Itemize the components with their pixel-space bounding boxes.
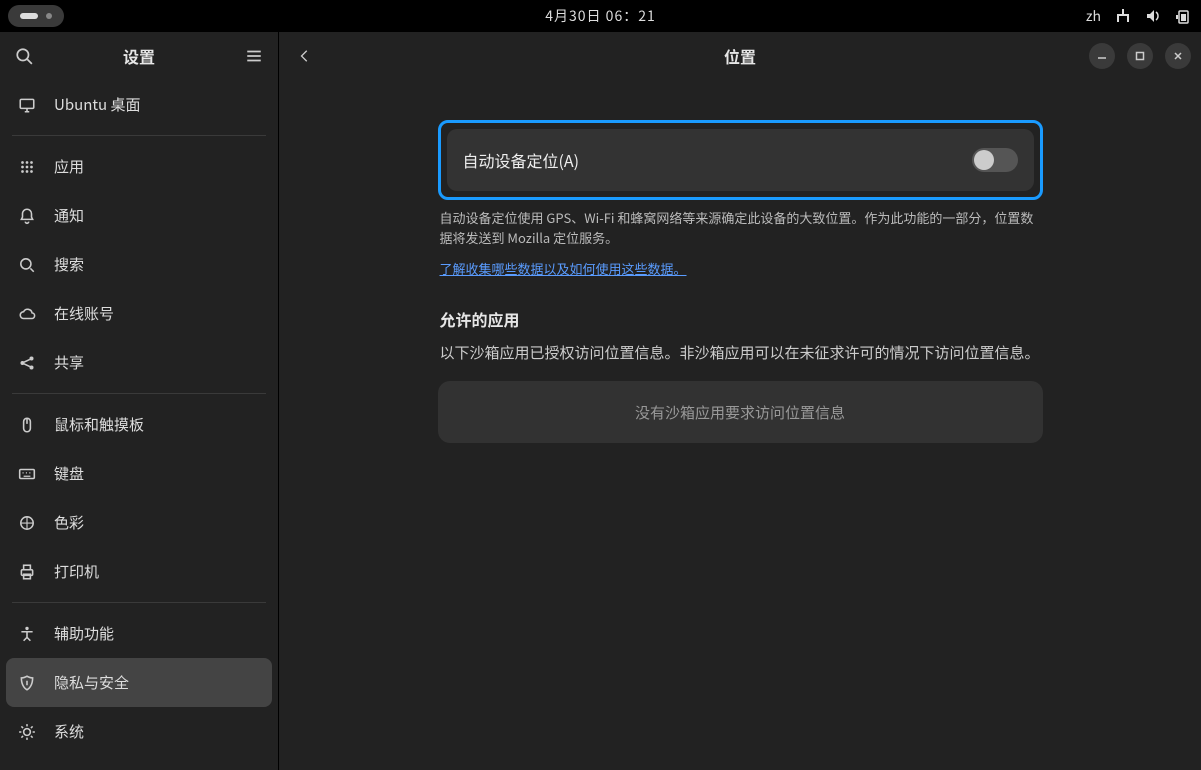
network-icon[interactable] <box>1115 8 1131 24</box>
share-icon <box>18 354 36 372</box>
sidebar-item-accessibility[interactable]: 辅助功能 <box>6 609 272 658</box>
switch-knob <box>974 150 994 170</box>
sidebar-item-share[interactable]: 共享 <box>6 338 272 387</box>
activities-pill[interactable] <box>8 5 64 27</box>
system-top-bar: 4月30日 06：21 zh <box>0 0 1201 32</box>
sidebar-item-label: 应用 <box>54 156 84 177</box>
keyboard-icon <box>18 465 36 483</box>
sidebar-item-label: 色彩 <box>54 512 84 533</box>
accessibility-icon <box>18 625 36 643</box>
sidebar-item-label: 键盘 <box>54 463 84 484</box>
empty-message: 没有沙箱应用要求访问位置信息 <box>635 402 845 423</box>
sidebar-item-label: 通知 <box>54 205 84 226</box>
sidebar-search-button[interactable] <box>8 40 40 72</box>
auto-location-switch[interactable] <box>972 148 1018 172</box>
mouse-icon <box>18 416 36 434</box>
auto-location-row[interactable]: 自动设备定位(A) <box>447 129 1034 191</box>
apps-icon <box>18 158 36 176</box>
sidebar-item-keyboard[interactable]: 键盘 <box>6 449 272 498</box>
color-icon <box>18 514 36 532</box>
window-close-button[interactable] <box>1165 43 1191 69</box>
sidebar-item-label: Ubuntu 桌面 <box>54 94 140 115</box>
sidebar-item-label: 在线账号 <box>54 303 114 324</box>
clock[interactable]: 4月30日 06：21 <box>545 6 656 26</box>
sidebar-item-label: 系统 <box>54 721 84 742</box>
main-panel: 位置 自动设备定位(A) 自动设备定位使用 GPS、Wi-Fi 和蜂窝网络等 <box>279 32 1201 770</box>
sidebar-header: 设置 <box>0 32 278 80</box>
search-icon <box>18 256 36 274</box>
sidebar-item-label: 鼠标和触摸板 <box>54 414 144 435</box>
sidebar-title: 设置 <box>0 44 278 68</box>
sidebar-item-mouse[interactable]: 鼠标和触摸板 <box>6 400 272 449</box>
sidebar-separator <box>12 135 266 136</box>
main-header: 位置 <box>279 32 1201 80</box>
hamburger-icon <box>245 47 263 65</box>
allowed-apps-empty: 没有沙箱应用要求访问位置信息 <box>438 381 1043 443</box>
sidebar-item-printer[interactable]: 打印机 <box>6 547 272 596</box>
maximize-icon <box>1134 50 1146 62</box>
volume-icon[interactable] <box>1145 8 1161 24</box>
minimize-icon <box>1096 50 1108 62</box>
sidebar-item-label: 辅助功能 <box>54 623 114 644</box>
settings-sidebar: 设置 Ubuntu 桌面应用通知搜索在线账号共享鼠标和触摸板键盘色彩打印机辅助功… <box>0 32 279 770</box>
sidebar-item-label: 搜索 <box>54 254 84 275</box>
sidebar-item-label: 打印机 <box>54 561 99 582</box>
sidebar-item-system[interactable]: 系统 <box>6 707 272 756</box>
close-icon <box>1172 50 1184 62</box>
sidebar-item-bell[interactable]: 通知 <box>6 191 272 240</box>
highlighted-setting: 自动设备定位(A) <box>438 120 1043 200</box>
window-minimize-button[interactable] <box>1089 43 1115 69</box>
system-icon <box>18 723 36 741</box>
power-icon[interactable] <box>1175 8 1191 24</box>
privacy-icon <box>18 674 36 692</box>
printer-icon <box>18 563 36 581</box>
location-description: 自动设备定位使用 GPS、Wi-Fi 和蜂窝网络等来源确定此设备的大致位置。作为… <box>440 208 1041 247</box>
sidebar-item-apps[interactable]: 应用 <box>6 142 272 191</box>
sidebar-item-label: 隐私与安全 <box>54 672 129 693</box>
sidebar-list: Ubuntu 桌面应用通知搜索在线账号共享鼠标和触摸板键盘色彩打印机辅助功能隐私… <box>0 80 278 756</box>
search-icon <box>15 47 33 65</box>
bell-icon <box>18 207 36 225</box>
page-title: 位置 <box>279 44 1201 68</box>
sidebar-item-cloud[interactable]: 在线账号 <box>6 289 272 338</box>
content-area: 自动设备定位(A) 自动设备定位使用 GPS、Wi-Fi 和蜂窝网络等来源确定此… <box>279 80 1201 770</box>
sidebar-item-privacy[interactable]: 隐私与安全 <box>6 658 272 707</box>
input-method-indicator[interactable]: zh <box>1086 6 1101 26</box>
sidebar-item-color[interactable]: 色彩 <box>6 498 272 547</box>
sidebar-separator <box>12 393 266 394</box>
sidebar-item-desktop[interactable]: Ubuntu 桌面 <box>6 80 272 129</box>
cloud-icon <box>18 305 36 323</box>
desktop-icon <box>18 96 36 114</box>
auto-location-label: 自动设备定位(A) <box>463 148 580 172</box>
sidebar-item-label: 共享 <box>54 352 84 373</box>
settings-window: 设置 Ubuntu 桌面应用通知搜索在线账号共享鼠标和触摸板键盘色彩打印机辅助功… <box>0 32 1201 770</box>
window-maximize-button[interactable] <box>1127 43 1153 69</box>
learn-more-link[interactable]: 了解收集哪些数据以及如何使用这些数据。 <box>440 259 687 278</box>
sidebar-item-search[interactable]: 搜索 <box>6 240 272 289</box>
allowed-apps-title: 允许的应用 <box>440 307 1041 331</box>
sidebar-menu-button[interactable] <box>238 40 270 72</box>
sidebar-separator <box>12 602 266 603</box>
allowed-apps-description: 以下沙箱应用已授权访问位置信息。非沙箱应用可以在未征求许可的情况下访问位置信息。 <box>440 341 1041 365</box>
